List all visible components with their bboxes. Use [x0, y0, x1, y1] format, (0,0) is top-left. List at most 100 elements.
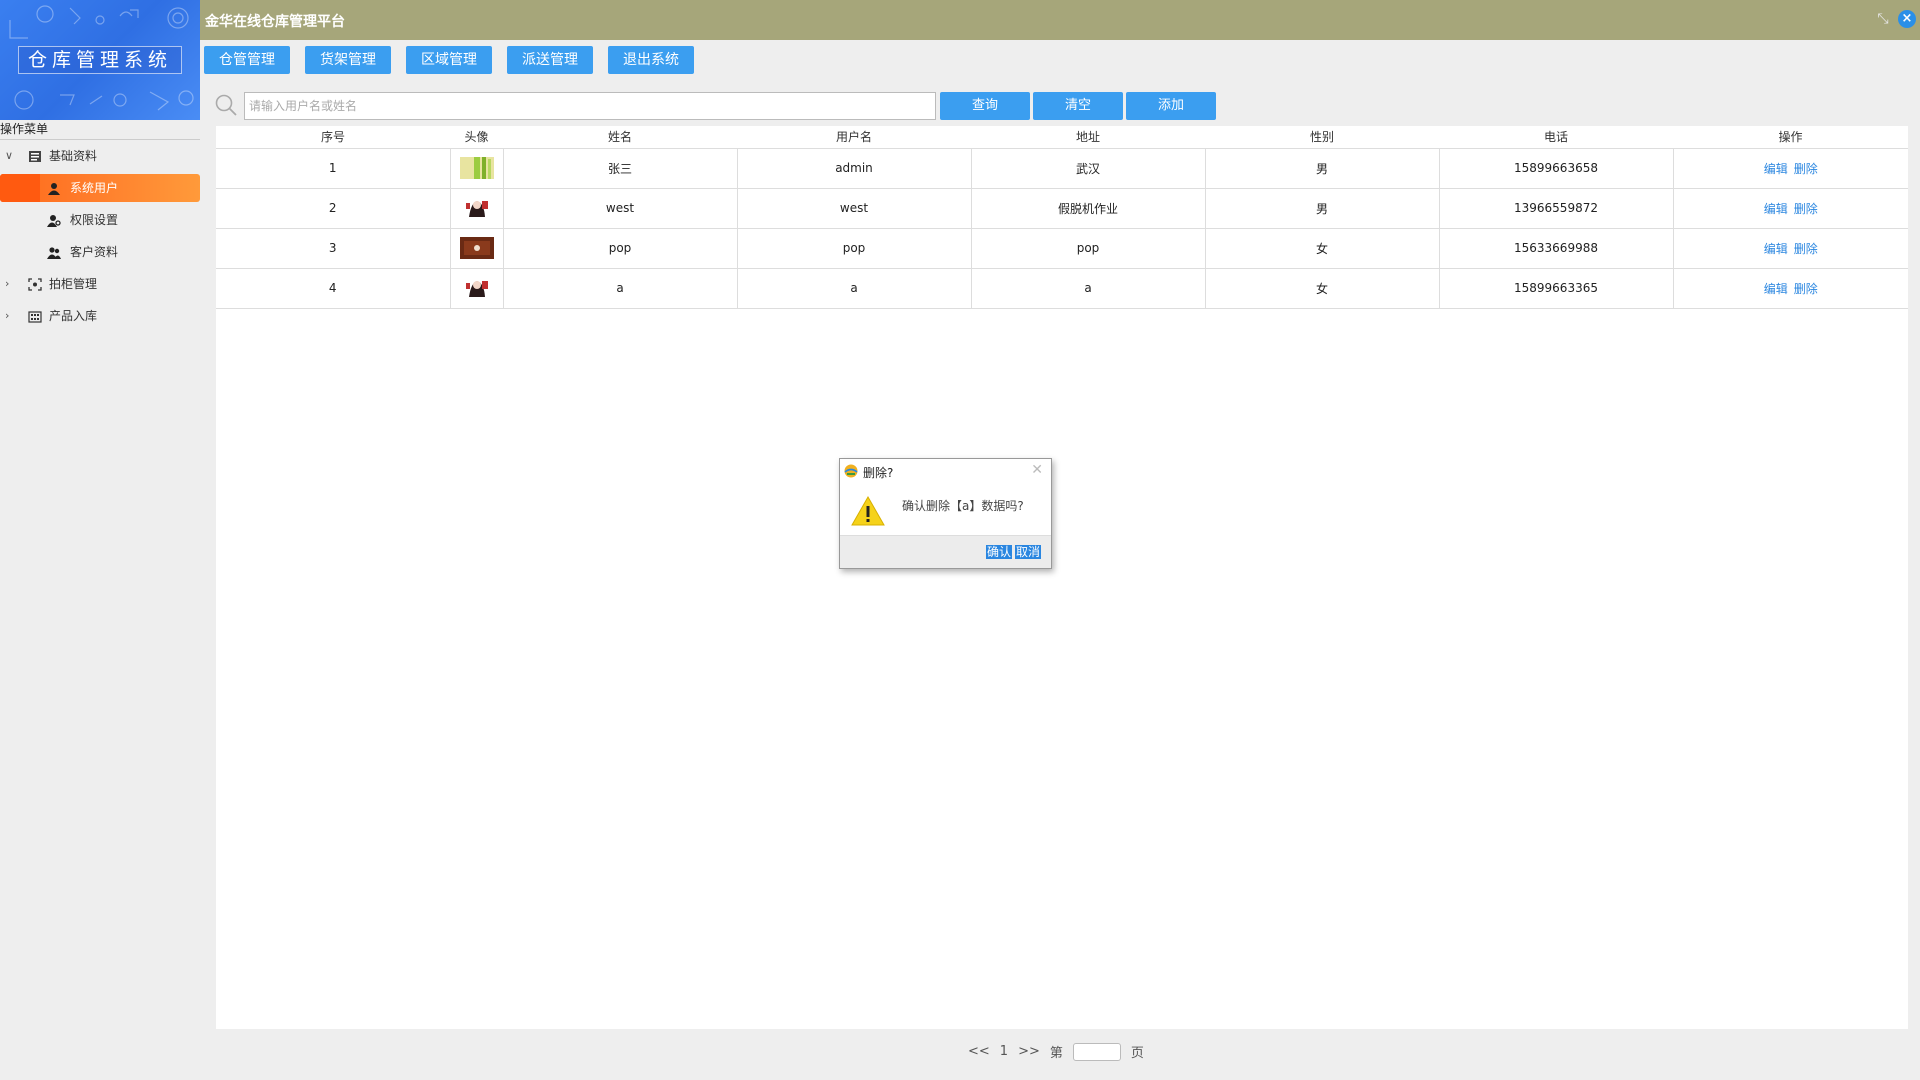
table-row: 4 a a a 女 15899663365 编辑 删除 — [216, 268, 1908, 309]
cell-name: 张三 — [503, 148, 738, 189]
edit-link[interactable]: 编辑 — [1764, 282, 1788, 296]
avatar — [459, 157, 494, 179]
cell-name: a — [503, 268, 738, 309]
cell-no: 4 — [216, 268, 451, 309]
clear-button[interactable]: 清空 — [1033, 92, 1123, 120]
chevron-down-icon[interactable]: ∨ — [5, 140, 13, 172]
cell-address: 假脱机作业 — [971, 188, 1206, 229]
cell-username: west — [737, 188, 972, 229]
nav-warehouse-button[interactable]: 仓管管理 — [204, 46, 290, 74]
sidebar-title: 操作菜单 — [0, 120, 200, 140]
avatar — [459, 277, 494, 299]
chevron-right-icon[interactable]: › — [5, 268, 9, 300]
column-header: 序号 — [216, 126, 450, 149]
app-logo-icon — [844, 464, 858, 478]
dialog-header: 删除? ✕ — [840, 459, 1051, 483]
edit-link[interactable]: 编辑 — [1764, 162, 1788, 176]
confirm-button[interactable]: 确认 — [986, 545, 1013, 559]
delete-link[interactable]: 删除 — [1794, 282, 1818, 296]
logout-button[interactable]: 退出系统 — [608, 46, 694, 74]
search-icon — [215, 94, 237, 116]
column-header: 地址 — [971, 126, 1205, 149]
dialog-footer: 确认 取消 — [840, 535, 1051, 568]
sidebar-item-label: 系统用户 — [70, 181, 119, 195]
window-controls: ⤡ × — [1874, 10, 1916, 28]
user-icon — [48, 183, 60, 195]
app-title: 金华在线仓库管理平台 — [205, 14, 345, 30]
sidebar-item-system-users[interactable]: 系统用户 — [0, 172, 200, 204]
delete-link[interactable]: 删除 — [1794, 162, 1818, 176]
sidebar-item-label: 产品入库 — [49, 309, 98, 323]
chevron-right-icon[interactable]: › — [5, 300, 9, 332]
cell-avatar — [450, 268, 504, 309]
delete-link[interactable]: 删除 — [1794, 242, 1818, 256]
delete-link[interactable]: 删除 — [1794, 202, 1818, 216]
cell-no: 2 — [216, 188, 451, 229]
column-header: 头像 — [450, 126, 503, 149]
column-header: 姓名 — [503, 126, 737, 149]
user-table-panel: 序号 头像 姓名 用户名 地址 性别 电话 操作 1 张三 admin 武汉 男… — [216, 126, 1908, 1029]
pagination: << 1 >> 第 页 — [968, 1042, 1144, 1061]
sidebar-item-label: 拍柜管理 — [49, 277, 98, 291]
avatar — [459, 237, 494, 259]
book-icon — [29, 151, 41, 162]
logo-text: 仓库管理系统 — [18, 46, 182, 74]
scan-icon — [28, 278, 42, 291]
sidebar-item-cabinet[interactable]: › 拍柜管理 — [0, 268, 200, 300]
cell-name: pop — [503, 228, 738, 269]
nav-area-button[interactable]: 区域管理 — [406, 46, 492, 74]
cell-username: admin — [737, 148, 972, 189]
query-button[interactable]: 查询 — [940, 92, 1030, 120]
cancel-button[interactable]: 取消 — [1015, 545, 1042, 559]
title-bar: 金华在线仓库管理平台 ⤡ × — [200, 0, 1920, 40]
add-button[interactable]: 添加 — [1126, 92, 1216, 120]
nav-shelf-button[interactable]: 货架管理 — [305, 46, 391, 74]
prev-page-link[interactable]: << — [968, 1044, 990, 1059]
nav-delivery-button[interactable]: 派送管理 — [507, 46, 593, 74]
sidebar-item-customers[interactable]: 客户资料 — [0, 236, 200, 268]
column-header: 性别 — [1205, 126, 1439, 149]
close-icon[interactable]: × — [1898, 10, 1916, 28]
edit-link[interactable]: 编辑 — [1764, 202, 1788, 216]
cell-gender: 男 — [1205, 188, 1440, 229]
cell-name: west — [503, 188, 738, 229]
cell-no: 3 — [216, 228, 451, 269]
sidebar-item-inbound[interactable]: › 产品入库 — [0, 300, 200, 332]
cell-avatar — [450, 188, 504, 229]
sidebar: 操作菜单 ∨ 基础资料 系统用户 权限设置 客户资料 › 拍柜管理 › 产品入库 — [0, 120, 200, 1080]
sidebar-item-basic-data[interactable]: ∨ 基础资料 — [0, 140, 200, 172]
edit-link[interactable]: 编辑 — [1764, 242, 1788, 256]
close-icon[interactable]: ✕ — [1031, 462, 1043, 478]
avatar — [459, 197, 494, 219]
cell-phone: 15633669988 — [1439, 228, 1674, 269]
table-header-row: 序号 头像 姓名 用户名 地址 性别 电话 操作 — [216, 126, 1908, 149]
search-input[interactable] — [244, 92, 936, 120]
sidebar-item-label: 权限设置 — [70, 213, 119, 227]
building-icon — [28, 311, 42, 323]
column-header: 操作 — [1673, 126, 1908, 149]
cell-address: a — [971, 268, 1206, 309]
cell-actions: 编辑 删除 — [1673, 268, 1908, 309]
goto-page-input[interactable] — [1072, 1042, 1121, 1061]
cell-gender: 男 — [1205, 148, 1440, 189]
goto-prefix: 第 — [1049, 1046, 1063, 1061]
sidebar-item-permissions[interactable]: 权限设置 — [0, 204, 200, 236]
cell-no: 1 — [216, 148, 451, 189]
restore-icon[interactable]: ⤡ — [1874, 10, 1892, 28]
active-highlight-edge — [0, 174, 40, 202]
cell-phone: 15899663365 — [1439, 268, 1674, 309]
cell-avatar — [450, 148, 504, 189]
cell-actions: 编辑 删除 — [1673, 228, 1908, 269]
column-header: 用户名 — [737, 126, 971, 149]
sidebar-item-label: 客户资料 — [70, 245, 119, 259]
next-page-link[interactable]: >> — [1018, 1044, 1040, 1059]
cell-actions: 编辑 删除 — [1673, 148, 1908, 189]
dialog-title: 删除? — [863, 466, 894, 480]
cell-avatar — [450, 228, 504, 269]
cell-username: pop — [737, 228, 972, 269]
cell-address: pop — [971, 228, 1206, 269]
current-page-link[interactable]: 1 — [1000, 1044, 1008, 1059]
cell-phone: 15899663658 — [1439, 148, 1674, 189]
main-nav: 仓管管理 货架管理 区域管理 派送管理 退出系统 — [204, 46, 694, 74]
goto-suffix: 页 — [1130, 1046, 1144, 1061]
